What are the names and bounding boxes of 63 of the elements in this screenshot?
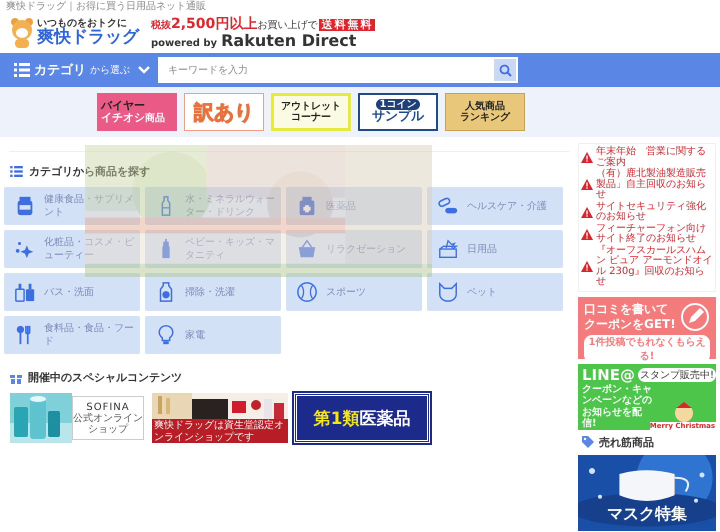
logo-tagline: いつものをおトクに (37, 18, 127, 29)
warning-icon (581, 228, 593, 240)
search-icon (498, 64, 512, 76)
medicine-banner[interactable]: 第1類医薬品 (294, 393, 430, 443)
warning-icon (581, 152, 593, 163)
notice-link[interactable]: （有）鹿北製油製造販売製品」自主回収のお知らせ (596, 169, 713, 200)
mascot-icon[interactable] (10, 17, 34, 49)
promo-banner[interactable]: 人気商品 ランキング (445, 93, 525, 131)
list-icon (10, 166, 23, 177)
warning-icon (581, 261, 593, 272)
cat-icon (437, 281, 459, 303)
sofina-banner[interactable]: SOFINA 公式オンラインショップ (10, 393, 146, 443)
category-link[interactable]: 食料品・食品・フード (4, 316, 140, 354)
banner-caption: 爽快ドラッグは資生堂認定オンラインショップです (152, 419, 288, 443)
banner-title: 第1類医薬品 (314, 408, 410, 430)
warning-icon (581, 206, 593, 218)
banner-title: LINE@ (582, 366, 635, 384)
list-icon[interactable] (14, 63, 30, 77)
ball-icon (296, 281, 318, 303)
pump-bottles-icon (14, 281, 36, 303)
banner-text: 口コミを書いて (584, 302, 669, 316)
site-caption: 爽快ドラッグ｜お得に買う日用品ネット通販 (5, 0, 207, 13)
category-link[interactable]: 掃除・洗濯 (145, 273, 281, 311)
category-link[interactable]: 家電 (145, 316, 281, 354)
category-menu-sublabel[interactable]: から選ぶ (90, 63, 130, 77)
promo-banner[interactable]: バイヤー イチオシ商品 (97, 93, 177, 131)
notice-link[interactable]: 『オーフスカールスハムン ピュア アーモンドオイル 230g』回収のお知らせ (596, 246, 713, 288)
section-heading: 開催中のスペシャルコンテンツ (28, 370, 182, 385)
chevron-down-icon[interactable] (138, 66, 150, 74)
shipping-text: お買い上げで (257, 20, 318, 30)
promo-banner[interactable]: 訳あり (184, 93, 264, 131)
free-shipping-badge: 送料無料 (319, 18, 376, 31)
notice-link[interactable]: フィーチャーフォン向けサイト終了のお知らせ (596, 224, 713, 244)
cosmetics-banner[interactable]: 爽快ドラッグは資生堂認定オンラインショップです (152, 393, 288, 443)
category-link[interactable]: スポーツ (286, 273, 422, 311)
section-heading: カテゴリから商品を探す (29, 164, 150, 179)
banner-title: SOFINA (86, 402, 130, 412)
search-button[interactable] (494, 59, 516, 81)
section-heading: 売れ筋商品 (599, 434, 654, 450)
logo-wordmark[interactable]: 爽快ドラッグ (37, 29, 139, 48)
category-menu-label[interactable]: カテゴリ (34, 61, 86, 79)
promo-banner[interactable]: 1コイン サンプル (358, 93, 438, 131)
speech-bubble: スタンプ販売中! (638, 368, 716, 382)
category-link[interactable]: 日用品 (427, 230, 563, 268)
category-link[interactable]: バス・洗面 (4, 273, 140, 311)
tissue-box-icon (437, 238, 459, 260)
banner-note: 1件投稿でもれなくもらえる! (584, 334, 710, 362)
promo-banner[interactable]: アウトレット コーナー (271, 93, 351, 131)
banner-caption: 公式オンラインショップ (73, 412, 143, 434)
banner-caption: マスク特集 (606, 504, 688, 524)
basket-icon (296, 238, 318, 260)
notice-link[interactable]: サイトセキュリティ強化のお知らせ (596, 202, 713, 222)
notice-link[interactable]: 年末年始 営業に関するご案内 (596, 147, 713, 168)
shipping-amount: 2,500円以上 (171, 16, 258, 32)
brand-name: Rakuten Direct (221, 32, 356, 50)
shipping-text: 税抜 (151, 20, 171, 30)
tag-icon (582, 436, 594, 448)
powered-by-text: powered by (151, 38, 218, 49)
category-link[interactable]: ペット (427, 273, 563, 311)
banner-text: クーポンをGET! (584, 316, 677, 331)
category-link[interactable]: ヘルスケア・介護 (427, 187, 563, 225)
pencil-icon (680, 302, 710, 332)
warning-icon (581, 179, 593, 190)
